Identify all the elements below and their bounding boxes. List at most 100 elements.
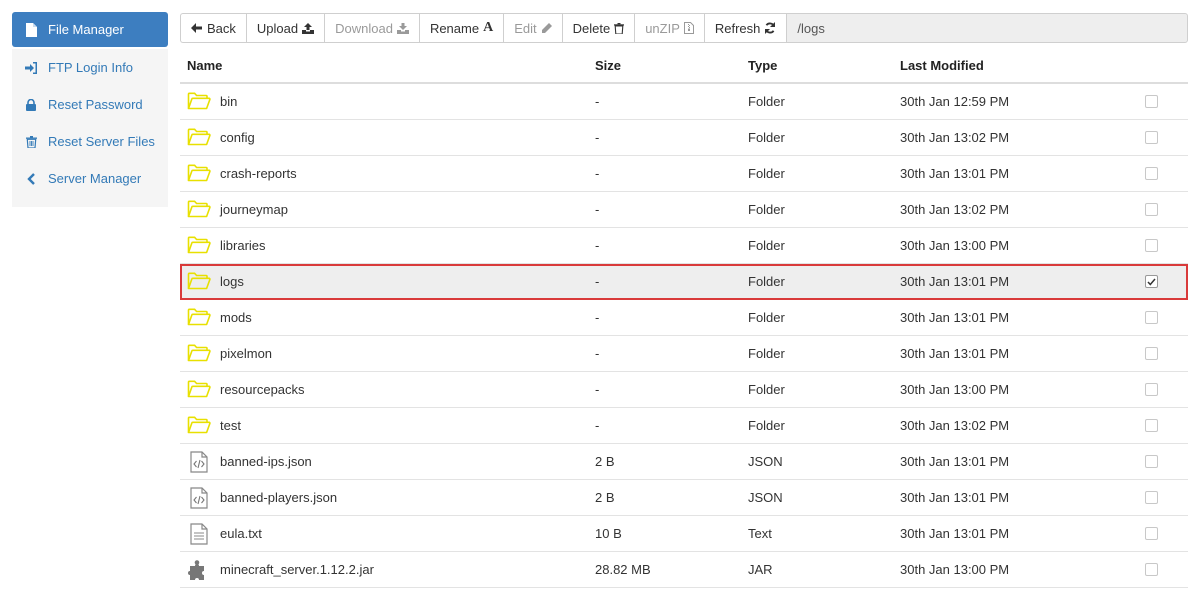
sign-in-icon	[24, 61, 38, 75]
table-row[interactable]: bin - Folder 30th Jan 12:59 PM	[180, 84, 1188, 120]
row-checkbox[interactable]	[1145, 563, 1158, 576]
file-name[interactable]: bin	[220, 94, 237, 109]
column-header-size[interactable]: Size	[595, 58, 748, 73]
table-row[interactable]: banned-ips.json 2 B JSON 30th Jan 13:01 PM	[180, 444, 1188, 480]
sidebar-item-server-manager[interactable]: Server Manager	[12, 160, 168, 197]
cell-name[interactable]: libraries	[180, 236, 595, 255]
file-name[interactable]: logs	[220, 274, 244, 289]
row-checkbox[interactable]	[1145, 491, 1158, 504]
table-row[interactable]: mods - Folder 30th Jan 13:01 PM	[180, 300, 1188, 336]
row-checkbox[interactable]	[1145, 203, 1158, 216]
row-checkbox[interactable]	[1145, 527, 1158, 540]
download-label: Download	[335, 20, 393, 36]
sidebar-item-reset-server-files[interactable]: Reset Server Files	[12, 123, 168, 160]
row-checkbox[interactable]	[1145, 455, 1158, 468]
table-row[interactable]: journeymap - Folder 30th Jan 13:02 PM	[180, 192, 1188, 228]
cell-type: Folder	[748, 94, 785, 109]
row-checkbox[interactable]	[1145, 95, 1158, 108]
cell-select	[1145, 275, 1188, 288]
table-row[interactable]: libraries - Folder 30th Jan 13:00 PM	[180, 228, 1188, 264]
table-row[interactable]: crash-reports - Folder 30th Jan 13:01 PM	[180, 156, 1188, 192]
row-checkbox[interactable]	[1145, 347, 1158, 360]
folder-icon	[187, 236, 211, 255]
cell-name[interactable]: resourcepacks	[180, 380, 595, 399]
cell-name[interactable]: journeymap	[180, 200, 595, 219]
cell-last-modified: 30th Jan 13:02 PM	[900, 418, 1010, 433]
table-row[interactable]: resourcepacks - Folder 30th Jan 13:00 PM	[180, 372, 1188, 408]
cell-select	[1145, 455, 1188, 468]
sidebar-item-reset-password[interactable]: Reset Password	[12, 86, 168, 123]
file-name[interactable]: config	[220, 130, 255, 145]
file-name[interactable]: minecraft_server.1.12.2.jar	[220, 562, 374, 577]
row-checkbox[interactable]	[1145, 131, 1158, 144]
cell-name[interactable]: config	[180, 128, 595, 147]
column-header-type[interactable]: Type	[748, 58, 900, 73]
trash-icon	[614, 22, 625, 34]
cell-size: 2 B	[595, 490, 615, 505]
table-row[interactable]: banned-players.json 2 B JSON 30th Jan 13:01…	[180, 480, 1188, 516]
rename-button[interactable]: Rename A	[418, 13, 504, 43]
file-name[interactable]: journeymap	[220, 202, 288, 217]
table-row[interactable]: logs - Folder 30th Jan 13:01 PM	[180, 264, 1188, 300]
table-row[interactable]: minecraft_server.1.12.2.jar 28.82 MB JAR 30…	[180, 552, 1188, 588]
file-name[interactable]: mods	[220, 310, 252, 325]
file-name[interactable]: libraries	[220, 238, 266, 253]
back-button[interactable]: Back	[180, 13, 246, 43]
row-checkbox[interactable]	[1145, 419, 1158, 432]
file-name[interactable]: pixelmon	[220, 346, 272, 361]
chevron-left-icon	[24, 172, 38, 186]
cell-name[interactable]: bin	[180, 92, 595, 111]
file-name[interactable]: resourcepacks	[220, 382, 305, 397]
cell-name[interactable]: banned-ips.json	[180, 450, 595, 473]
cell-type: JSON	[748, 454, 783, 469]
cell-last-modified: 30th Jan 13:01 PM	[900, 166, 1010, 181]
cell-name[interactable]: mods	[180, 308, 595, 327]
cell-name[interactable]: pixelmon	[180, 344, 595, 363]
column-header-last-modified[interactable]: Last Modified	[900, 58, 1145, 73]
file-name[interactable]: banned-players.json	[220, 490, 337, 505]
table-row[interactable]: pixelmon - Folder 30th Jan 13:01 PM	[180, 336, 1188, 372]
cell-type: Text	[748, 526, 772, 541]
cell-select	[1145, 203, 1188, 216]
row-checkbox[interactable]	[1145, 167, 1158, 180]
sidebar-item-file-manager[interactable]: File Manager	[12, 12, 168, 47]
row-checkbox[interactable]	[1145, 239, 1158, 252]
download-button[interactable]: Download	[324, 13, 419, 43]
sidebar-item-ftp-login-info[interactable]: FTP Login Info	[12, 49, 168, 86]
cell-select	[1145, 347, 1188, 360]
file-name[interactable]: eula.txt	[220, 526, 262, 541]
cell-name[interactable]: eula.txt	[180, 522, 595, 545]
sidebar-item-label: Reset Password	[48, 97, 143, 112]
table-row[interactable]: config - Folder 30th Jan 13:02 PM	[180, 120, 1188, 156]
cell-last-modified: 30th Jan 13:01 PM	[900, 490, 1010, 505]
file-name[interactable]: test	[220, 418, 241, 433]
cell-type: Folder	[748, 166, 785, 181]
file-name[interactable]: banned-ips.json	[220, 454, 312, 469]
edit-button[interactable]: Edit	[503, 13, 562, 43]
row-checkbox[interactable]	[1145, 311, 1158, 324]
refresh-button[interactable]: Refresh	[703, 13, 787, 43]
table-row[interactable]: eula.txt 10 B Text 30th Jan 13:01 PM	[180, 516, 1188, 552]
column-header-name[interactable]: Name	[180, 58, 595, 73]
table-body: bin - Folder 30th Jan 12:59 PM config - Folder…	[180, 84, 1188, 588]
delete-button[interactable]: Delete	[561, 13, 635, 43]
table-row[interactable]: test - Folder 30th Jan 13:02 PM	[180, 408, 1188, 444]
upload-icon	[302, 22, 315, 34]
cell-last-modified: 30th Jan 13:02 PM	[900, 202, 1010, 217]
file-name[interactable]: crash-reports	[220, 166, 297, 181]
cell-name[interactable]: minecraft_server.1.12.2.jar	[180, 559, 595, 580]
cell-last-modified: 30th Jan 13:00 PM	[900, 562, 1010, 577]
upload-button[interactable]: Upload	[245, 13, 325, 43]
cell-name[interactable]: crash-reports	[180, 164, 595, 183]
folder-icon	[187, 128, 211, 147]
cell-size: 2 B	[595, 454, 615, 469]
cell-name[interactable]: banned-players.json	[180, 486, 595, 509]
unzip-button[interactable]: unZIP	[634, 13, 704, 43]
current-path-field[interactable]: /logs	[786, 13, 1188, 43]
file-icon	[24, 22, 38, 37]
cell-name[interactable]: logs	[180, 272, 595, 291]
cell-size: -	[595, 346, 600, 361]
row-checkbox[interactable]	[1145, 275, 1158, 288]
cell-name[interactable]: test	[180, 416, 595, 435]
row-checkbox[interactable]	[1145, 383, 1158, 396]
